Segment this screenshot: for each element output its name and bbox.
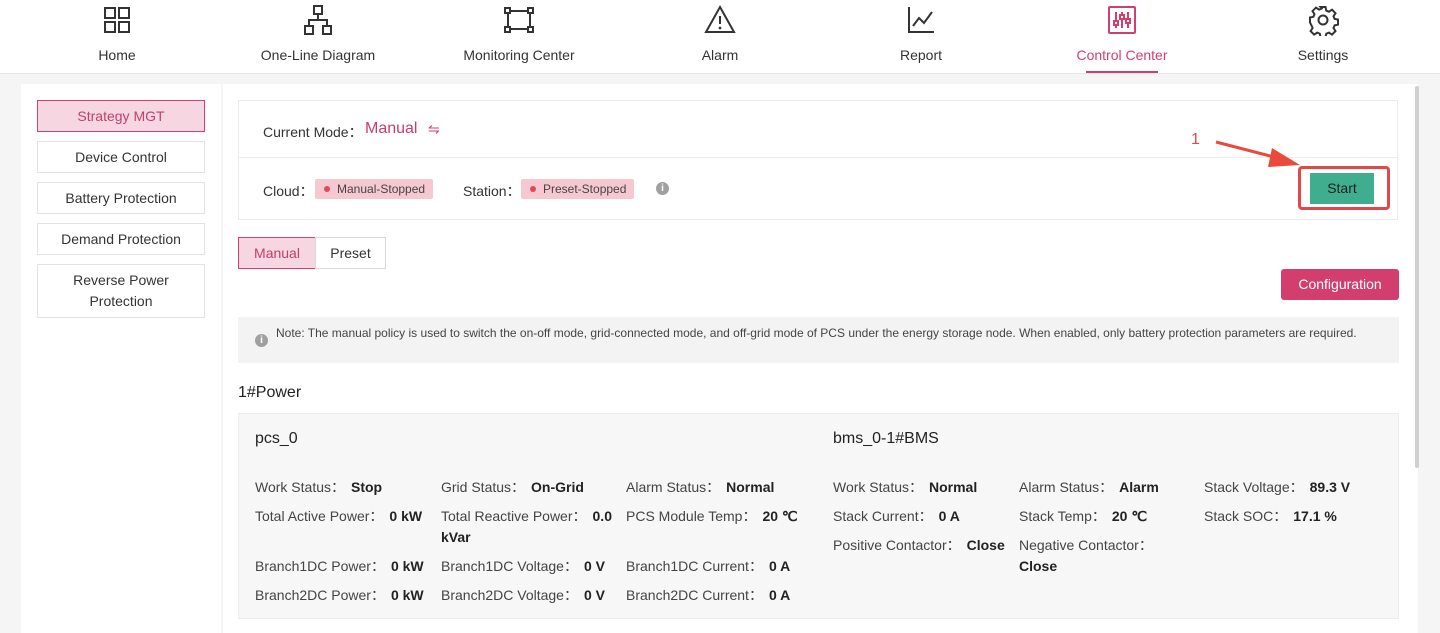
top-nav: Home One-Line Diagram Monitoring Center …: [0, 0, 1440, 74]
gear-icon: [1309, 6, 1339, 36]
note-box: i Note: The manual policy is used to swi…: [238, 317, 1399, 363]
nav-alarm[interactable]: Alarm: [640, 0, 800, 74]
sliders-icon: [1108, 6, 1136, 34]
cloud-status-text: Manual-Stopped: [337, 182, 426, 196]
active-indicator: [1086, 71, 1158, 73]
bms-positive-contactor: Positive Contactor： Close: [833, 537, 1005, 553]
section-title: 1#Power: [238, 384, 302, 401]
sidebar-item-strategy-mgt[interactable]: Strategy MGT: [37, 100, 205, 132]
nav-report[interactable]: Report: [841, 0, 1001, 74]
station-label: Station：: [463, 183, 521, 199]
sidebar: Strategy MGT Device Control Battery Prot…: [21, 84, 221, 633]
nav-label: Report: [899, 47, 943, 63]
pcs-total-active-power: Total Active Power： 0 kW: [255, 508, 423, 524]
nav-one-line-diagram[interactable]: One-Line Diagram: [238, 0, 398, 74]
pcs-total-reactive-power: Total Reactive Power： 0.0 kVar: [441, 508, 612, 545]
nav-label: Monitoring Center: [463, 47, 575, 63]
annotation-number: 1: [1191, 131, 1200, 148]
nav-label: One-Line Diagram: [260, 47, 376, 63]
bms-stack-current: Stack Current： 0 A: [833, 508, 960, 524]
annotation-arrow-icon: [1215, 140, 1300, 167]
nav-label: Settings: [1297, 47, 1349, 63]
pcs-branch1dc-current: Branch1DC Current： 0 A: [626, 558, 791, 574]
pcs-branch2dc-current: Branch2DC Current： 0 A: [626, 587, 791, 603]
bms-stack-soc: Stack SOC： 17.1 %: [1204, 508, 1337, 524]
configuration-button[interactable]: Configuration: [1281, 269, 1399, 300]
pcs-branch2dc-voltage: Branch2DC Voltage： 0 V: [441, 587, 605, 603]
warning-triangle-icon: [704, 4, 736, 33]
nav-monitoring-center[interactable]: Monitoring Center: [439, 0, 599, 74]
tab-manual[interactable]: Manual: [238, 237, 316, 269]
cloud-label: Cloud：: [263, 183, 314, 199]
pcs-module-temp: PCS Module Temp： 20 ℃: [626, 508, 798, 524]
pcs-alarm-status: Alarm Status： Normal: [626, 479, 775, 495]
nav-settings[interactable]: Settings: [1243, 0, 1403, 74]
station-status-text: Preset-Stopped: [543, 182, 627, 196]
pcs-branch1dc-voltage: Branch1DC Voltage： 0 V: [441, 558, 605, 574]
pcs-branch1dc-power: Branch1DC Power： 0 kW: [255, 558, 424, 574]
sidebar-item-battery-protection[interactable]: Battery Protection: [37, 182, 205, 214]
tab-preset[interactable]: Preset: [315, 237, 386, 269]
pcs-branch2dc-power: Branch2DC Power： 0 kW: [255, 587, 424, 603]
sidebar-item-device-control[interactable]: Device Control: [37, 141, 205, 173]
start-button[interactable]: Start: [1310, 173, 1374, 204]
pcs-grid-status: Grid Status： On-Grid: [441, 479, 584, 495]
bms-alarm-status: Alarm Status： Alarm: [1019, 479, 1159, 495]
hierarchy-icon: [304, 5, 332, 35]
pcs-title: pcs_0: [255, 430, 298, 447]
swap-icon[interactable]: ⇋: [428, 121, 440, 138]
bms-title: bms_0-1#BMS: [833, 430, 939, 447]
cloud-status-badge: Manual-Stopped: [315, 179, 434, 199]
bms-negative-contactor: Negative Contactor： Close: [1019, 537, 1153, 574]
info-icon: i: [255, 334, 268, 347]
scrollbar[interactable]: [1415, 86, 1419, 468]
line-chart-icon: [908, 7, 934, 33]
nav-label: Control Center: [1076, 47, 1168, 63]
nav-label: Alarm: [701, 47, 739, 63]
station-status-badge: Preset-Stopped: [521, 179, 635, 199]
note-text: Note: The manual policy is used to switc…: [276, 326, 1357, 340]
bms-stack-temp: Stack Temp： 20 ℃: [1019, 508, 1148, 524]
bms-stack-voltage: Stack Voltage： 89.3 V: [1204, 479, 1351, 495]
nav-home[interactable]: Home: [37, 0, 197, 74]
status-dot: [530, 186, 536, 192]
pcs-work-status: Work Status： Stop: [255, 479, 383, 495]
nav-control-center[interactable]: Control Center: [1042, 0, 1202, 74]
status-dot: [324, 186, 330, 192]
sidebar-item-reverse-power-protection[interactable]: Reverse Power Protection: [37, 264, 205, 318]
bms-work-status: Work Status： Normal: [833, 479, 978, 495]
sidebar-item-demand-protection[interactable]: Demand Protection: [37, 223, 205, 255]
current-mode-label: Current Mode：: [263, 124, 363, 140]
grid-icon: [104, 7, 130, 33]
nav-label: Home: [98, 47, 136, 63]
monitor-frame-icon: [504, 7, 534, 33]
info-icon[interactable]: i: [656, 182, 669, 195]
current-mode-value: Manual: [365, 120, 418, 137]
